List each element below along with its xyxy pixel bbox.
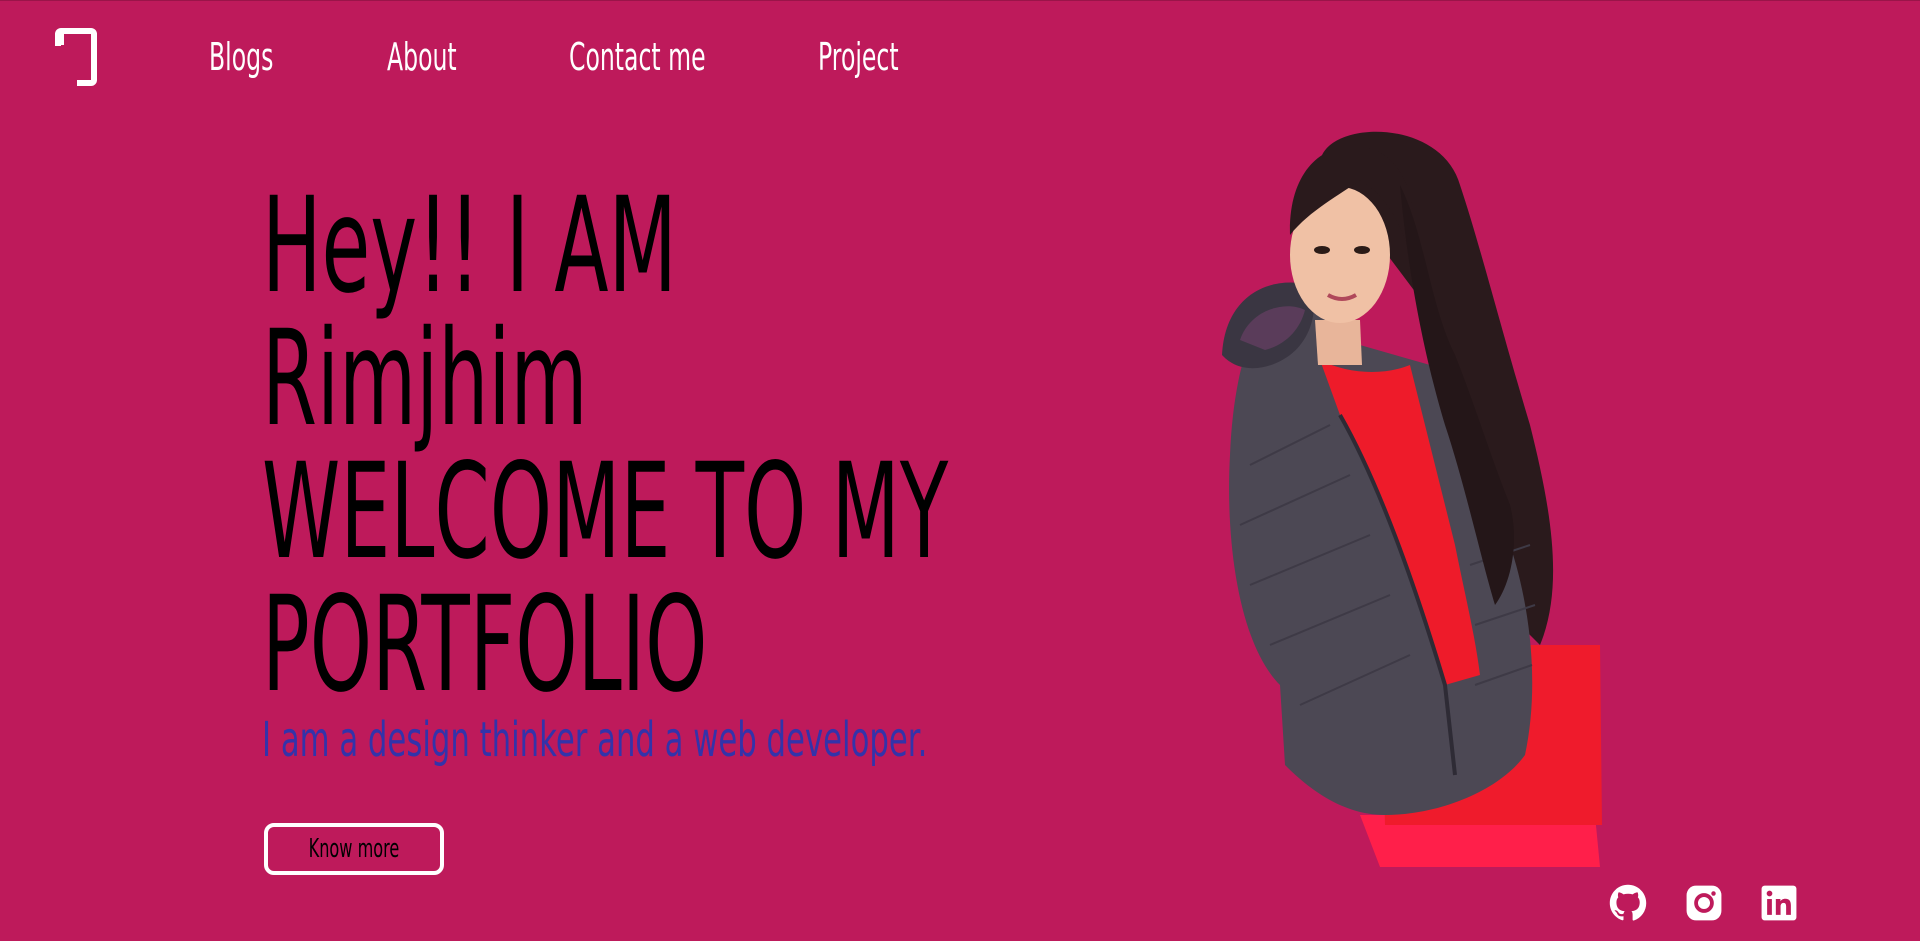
logo-mark-icon[interactable] [55, 28, 97, 86]
nav-link-project[interactable]: Project [818, 30, 899, 84]
know-more-button[interactable]: Know more [264, 823, 444, 875]
hero-line-portfolio: PORTFOLIO [262, 568, 708, 722]
hero-tagline: I am a design thinker and a web develope… [262, 712, 928, 768]
github-icon[interactable] [1609, 884, 1647, 922]
hero-line-name: Rimjhim [262, 302, 588, 456]
nav-link-contact[interactable]: Contact me [569, 30, 706, 84]
profile-photo [1222, 131, 1602, 867]
nav-link-about[interactable]: About [387, 30, 457, 84]
top-border [0, 0, 1920, 1]
hero-line-greeting: Hey!! I AM [262, 169, 677, 323]
linkedin-icon[interactable] [1760, 884, 1798, 922]
know-more-label: Know more [308, 834, 400, 864]
hero-line-welcome: WELCOME TO MY [262, 435, 949, 589]
instagram-icon[interactable] [1685, 884, 1723, 922]
nav-link-blogs[interactable]: Blogs [209, 30, 273, 84]
